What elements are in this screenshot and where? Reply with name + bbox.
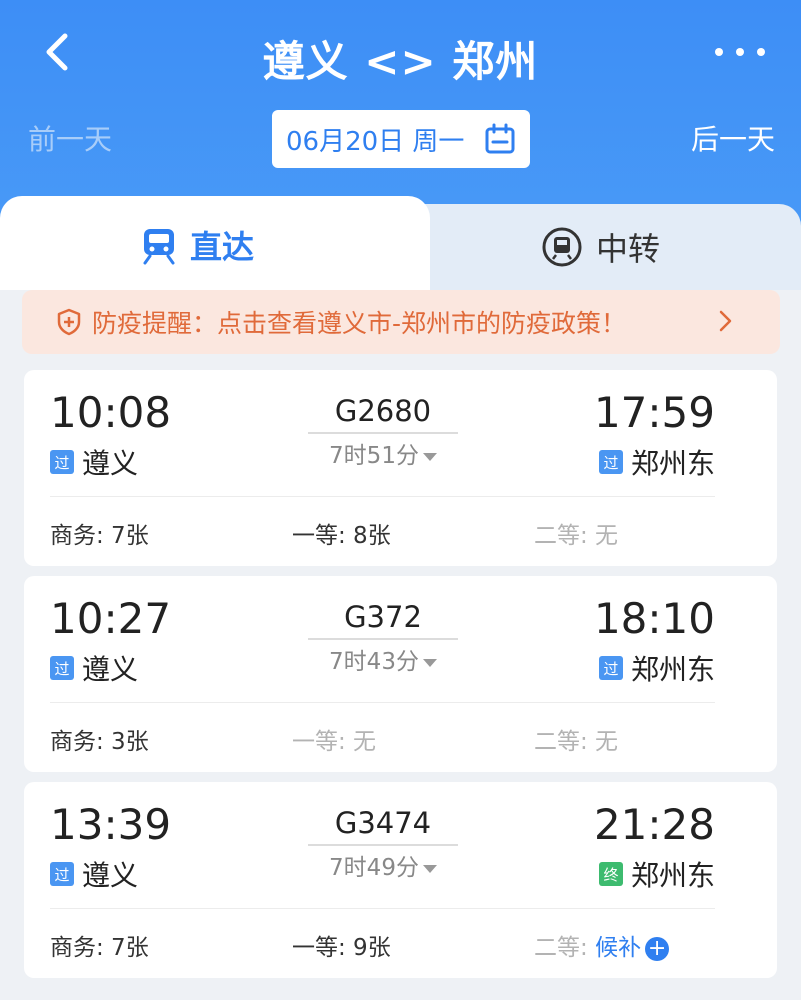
more-dots-icon — [715, 48, 723, 56]
duration-text: 7时51分 — [329, 443, 419, 469]
pass-badge: 过 — [598, 450, 623, 474]
duration-toggle[interactable]: 7时49分 — [308, 848, 458, 882]
seat-second-class: 二等: 无 — [534, 729, 619, 755]
date-selector[interactable]: 06月20日 周一 — [272, 110, 530, 168]
seat-first-class: 一等: 9张 — [292, 935, 391, 961]
caret-down-icon — [422, 864, 437, 873]
calendar-icon — [485, 123, 515, 154]
seat-business: 商务: 3张 — [50, 729, 149, 755]
train-number: G2680 — [308, 394, 458, 434]
more-button[interactable] — [715, 40, 765, 64]
seat-second-class: 二等: 无 — [534, 523, 619, 549]
arrival-time: 18:10 — [593, 594, 715, 643]
caret-down-icon — [422, 658, 437, 667]
arrival-station-name: 郑州东 — [630, 653, 715, 686]
pass-badge: 过 — [50, 450, 74, 474]
duration-text: 7时49分 — [329, 855, 419, 881]
pass-badge: 过 — [50, 862, 74, 886]
seat-first-class: 一等: 8张 — [292, 523, 391, 549]
train-card[interactable]: 10:08 过 遵义 G2680 7时51分 17:59 过 郑州东 商务: 7… — [24, 370, 777, 566]
route-title: 遵义 <> 郑州 — [262, 37, 539, 86]
prev-day-button[interactable]: 前一天 — [28, 118, 112, 158]
departure-time: 10:27 — [50, 594, 172, 643]
tab-bar: 直达 中转 — [0, 196, 801, 290]
train-card[interactable]: 10:27 过 遵义 G372 7时43分 18:10 过 郑州东 商务: 3张… — [24, 576, 777, 772]
seat-business: 商务: 7张 — [50, 523, 149, 549]
tab-transfer-label: 中转 — [596, 230, 661, 268]
arrival-time: 21:28 — [593, 800, 715, 849]
train-card[interactable]: 13:39 过 遵义 G3474 7时49分 21:28 终 郑州东 商务: 7… — [24, 782, 777, 978]
departure-station: 过 遵义 — [50, 648, 138, 688]
plus-icon[interactable]: + — [645, 936, 670, 961]
caret-down-icon — [422, 452, 437, 461]
departure-station-name: 遵义 — [82, 447, 139, 480]
epidemic-notice-banner[interactable]: 防疫提醒：点击查看遵义市-郑州市的防疫政策！ — [22, 290, 780, 354]
date-text: 06月20日 周一 — [286, 126, 465, 157]
departure-time: 10:08 — [50, 388, 172, 437]
shield-icon — [57, 308, 81, 336]
departure-station: 过 遵义 — [50, 442, 138, 482]
train-number: G3474 — [308, 806, 458, 846]
terminal-badge: 终 — [598, 862, 623, 886]
arrival-time: 17:59 — [593, 388, 715, 437]
train-icon — [143, 229, 175, 265]
tab-direct[interactable]: 直达 — [140, 222, 254, 268]
seat-business: 商务: 7张 — [50, 935, 149, 961]
duration-toggle[interactable]: 7时51分 — [308, 436, 458, 470]
divider — [50, 702, 715, 703]
divider — [50, 908, 715, 909]
seat-second-class: 二等: 候补 + — [534, 928, 670, 962]
arrival-station-name: 郑州东 — [630, 447, 715, 480]
arrival-station-name: 郑州东 — [630, 859, 715, 892]
departure-time: 13:39 — [50, 800, 172, 849]
seat-first-class: 一等: 无 — [292, 729, 377, 755]
pass-badge: 过 — [50, 656, 74, 680]
pass-badge: 过 — [598, 656, 623, 680]
waitlist-button[interactable]: 候补 — [595, 935, 641, 961]
duration-text: 7时43分 — [329, 649, 419, 675]
divider — [50, 496, 715, 497]
chevron-right-icon — [719, 310, 732, 332]
seat-second-class-label: 二等: — [534, 935, 596, 961]
notice-text: 防疫提醒：点击查看遵义市-郑州市的防疫政策！ — [92, 309, 627, 338]
tab-direct-label: 直达 — [190, 228, 255, 266]
train-number: G372 — [308, 600, 458, 640]
next-day-button[interactable]: 后一天 — [691, 118, 775, 158]
duration-toggle[interactable]: 7时43分 — [308, 642, 458, 676]
arrival-station: 过 郑州东 — [598, 648, 715, 688]
departure-station-name: 遵义 — [82, 859, 139, 892]
departure-station: 过 遵义 — [50, 854, 138, 894]
tab-transfer[interactable]: 中转 — [540, 224, 660, 270]
departure-station-name: 遵义 — [82, 653, 139, 686]
arrival-station: 过 郑州东 — [598, 442, 715, 482]
transfer-train-icon — [542, 227, 582, 267]
arrival-station: 终 郑州东 — [598, 854, 715, 894]
